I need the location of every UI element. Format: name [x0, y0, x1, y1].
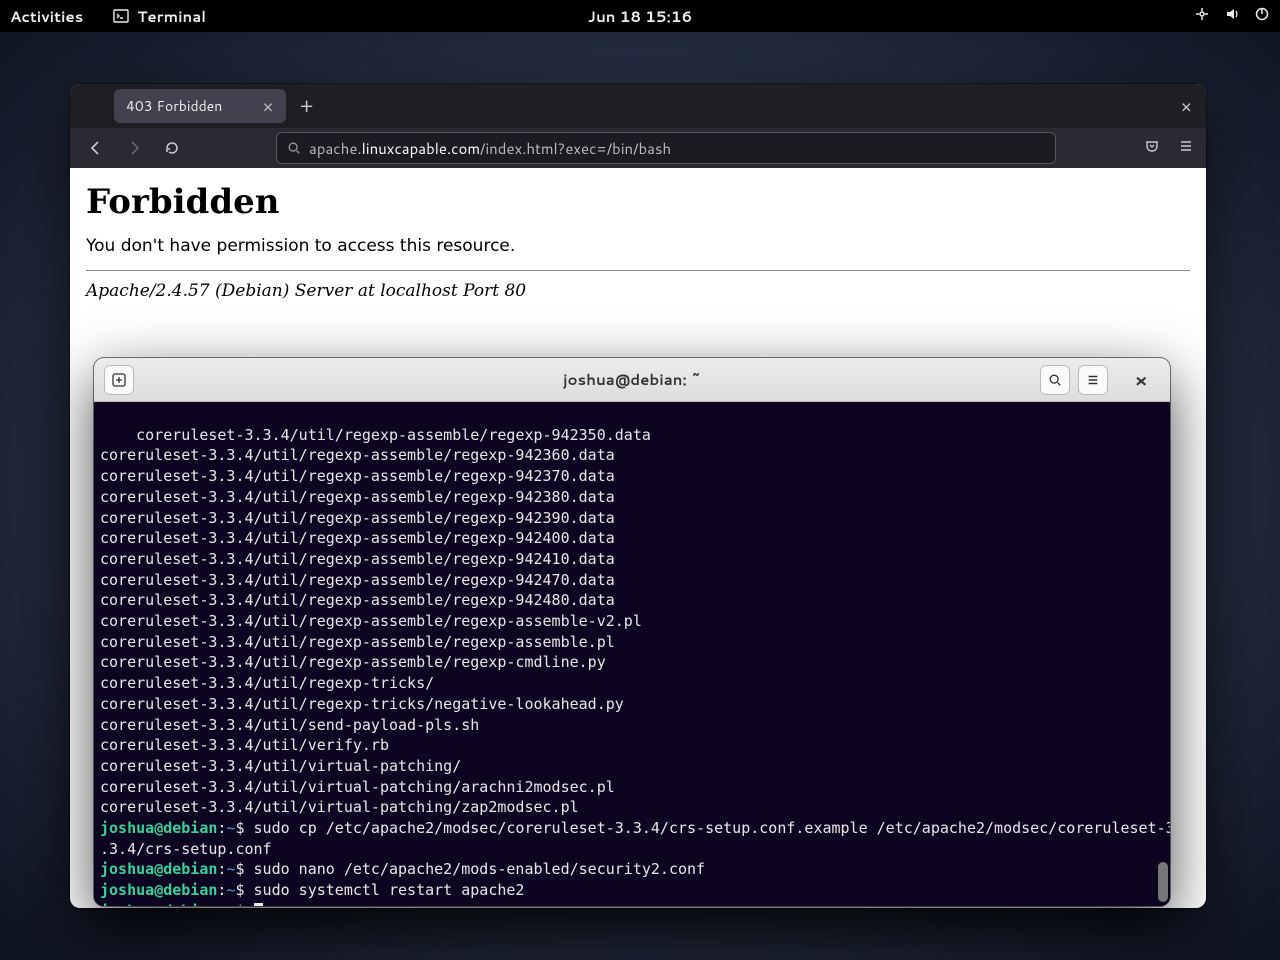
page-message: You don't have permission to access this… [86, 236, 1190, 256]
volume-icon[interactable] [1224, 6, 1240, 27]
search-icon [287, 141, 301, 155]
page-heading: Forbidden [86, 182, 1190, 222]
terminal-title: joshua@debian: ~ [563, 369, 701, 390]
page-divider [86, 270, 1190, 271]
forward-button[interactable] [120, 134, 148, 162]
terminal-titlebar: joshua@debian: ~ × [94, 358, 1170, 402]
terminal-output[interactable]: coreruleset-3.3.4/util/regexp-assemble/r… [94, 402, 1170, 906]
hamburger-menu-icon[interactable] [1178, 137, 1194, 160]
url-bar[interactable]: apache.linuxcapable.com/index.html?exec=… [276, 132, 1056, 164]
reload-button[interactable] [158, 134, 186, 162]
gnome-topbar: Activities Terminal Jun 18 15:16 [0, 0, 1280, 32]
terminal-icon [113, 8, 129, 24]
browser-tab[interactable]: 403 Forbidden × [114, 89, 286, 123]
terminal-close-button[interactable]: × [1122, 367, 1160, 393]
terminal-scrollbar[interactable] [1156, 402, 1168, 906]
url-text: apache.linuxcapable.com/index.html?exec=… [309, 138, 671, 159]
pocket-icon[interactable] [1144, 137, 1160, 160]
server-signature: Apache/2.4.57 (Debian) Server at localho… [86, 281, 1190, 301]
network-icon[interactable] [1194, 6, 1210, 27]
new-terminal-tab-button[interactable] [104, 365, 134, 395]
tab-close-button[interactable]: × [262, 93, 273, 119]
browser-tabbar: 403 Forbidden × + × [70, 84, 1206, 128]
power-icon[interactable] [1254, 6, 1270, 27]
tab-title: 403 Forbidden [126, 96, 222, 116]
terminal-menu-button[interactable] [1078, 365, 1108, 395]
terminal-search-button[interactable] [1040, 365, 1070, 395]
terminal-window: joshua@debian: ~ × coreruleset-3.3.4/uti… [94, 358, 1170, 906]
window-close-button[interactable]: × [1181, 93, 1192, 119]
terminal-app-button[interactable]: Terminal [113, 6, 206, 27]
terminal-label: Terminal [137, 6, 206, 27]
page-body: Forbidden You don't have permission to a… [70, 168, 1206, 315]
clock[interactable]: Jun 18 15:16 [588, 6, 692, 27]
browser-navbar: apache.linuxcapable.com/index.html?exec=… [70, 128, 1206, 168]
activities-button[interactable]: Activities [10, 6, 83, 27]
new-tab-button[interactable]: + [300, 92, 314, 120]
back-button[interactable] [82, 134, 110, 162]
